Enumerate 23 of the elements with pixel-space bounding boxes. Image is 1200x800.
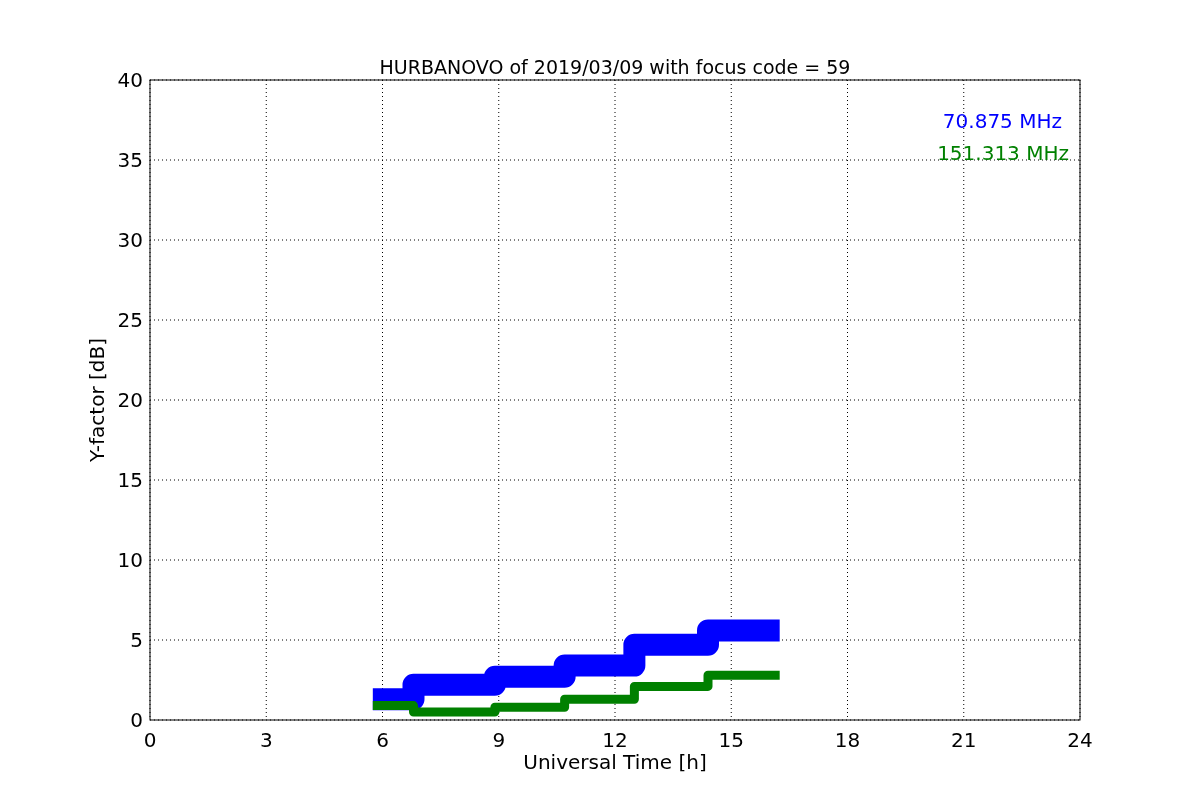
- y-tick-label: 30: [117, 228, 143, 252]
- y-axis-label: Y-factor [dB]: [85, 338, 109, 462]
- x-tick-label: 12: [602, 728, 628, 752]
- x-tick-label: 6: [376, 728, 389, 752]
- y-tick-label: 10: [117, 548, 143, 572]
- y-tick-label: 15: [117, 468, 143, 492]
- x-tick-label: 3: [259, 728, 273, 752]
- series-label: 151.313 MHz: [937, 141, 1069, 165]
- x-tick-label: 9: [492, 728, 506, 752]
- y-tick-label: 0: [130, 708, 143, 732]
- series-label: 70.875 MHz: [942, 109, 1062, 133]
- y-tick-label: 40: [117, 68, 143, 92]
- x-tick-label: 18: [834, 728, 861, 752]
- y-tick-label: 20: [117, 388, 143, 412]
- chart-title: HURBANOVO of 2019/03/09 with focus code = 59: [379, 56, 851, 78]
- y-tick-label: 35: [117, 148, 143, 172]
- x-tick-label: 24: [1067, 728, 1093, 752]
- x-axis-label: Universal Time [h]: [523, 750, 707, 774]
- x-tick-label: 15: [718, 728, 744, 752]
- x-tick-label: 21: [951, 728, 977, 752]
- y-tick-label: 5: [130, 628, 143, 652]
- y-tick-label: 25: [117, 308, 143, 332]
- x-tick-label: 0: [143, 728, 157, 752]
